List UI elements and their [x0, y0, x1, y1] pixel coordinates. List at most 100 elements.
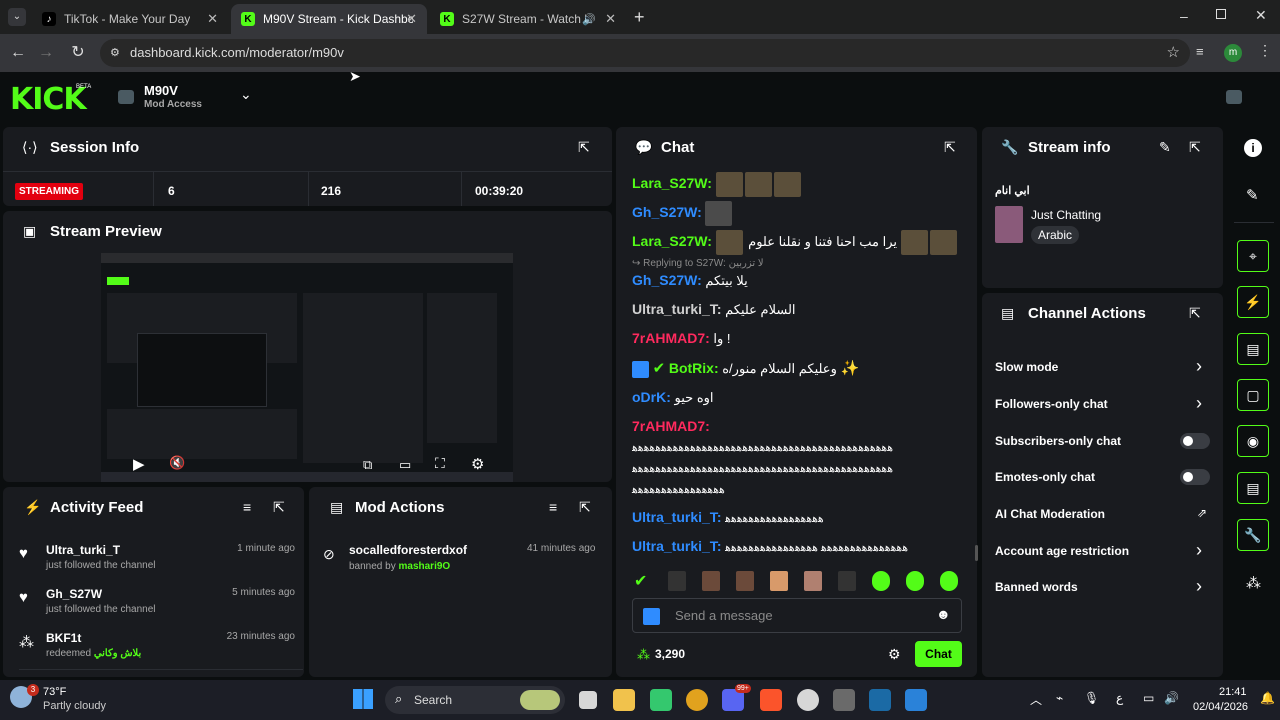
site-info-icon[interactable]: ⚙: [110, 39, 120, 67]
emoji-picker-icon[interactable]: ☻: [936, 606, 951, 622]
chrome-icon[interactable]: [686, 689, 708, 711]
chat-input[interactable]: Send a message ☻: [632, 598, 962, 633]
clock-time[interactable]: 21:41: [1219, 686, 1247, 698]
target-icon[interactable]: ⌖: [1237, 240, 1269, 272]
popout-icon[interactable]: ⇱: [944, 139, 956, 156]
close-tab-icon[interactable]: ✕: [605, 11, 616, 27]
chat-username[interactable]: Ultra_turki_T: [632, 301, 717, 317]
edit-pencil-icon[interactable]: ✎: [1159, 139, 1171, 156]
settings-gear-icon[interactable]: ⚙: [471, 455, 484, 473]
clock-date[interactable]: 02/04/2026: [1193, 701, 1248, 713]
emote-icon[interactable]: [906, 571, 924, 591]
chat-bubble-icon[interactable]: ▢: [1237, 379, 1269, 411]
lightning-icon[interactable]: ⚡: [1237, 286, 1269, 318]
tab-tiktok[interactable]: ♪ TikTok - Make Your Day ✕: [32, 4, 228, 34]
close-tab-icon[interactable]: ✕: [406, 11, 417, 27]
popout-icon[interactable]: ⇱: [578, 139, 590, 156]
popout-icon[interactable]: ⇱: [1189, 305, 1201, 322]
chat-username[interactable]: 7rAHMAD7: [632, 418, 705, 434]
chat-username[interactable]: Gh_S27W: [632, 272, 697, 288]
chat-username[interactable]: Lara_S27W: [632, 175, 707, 191]
channel-switcher-chevron-icon[interactable]: ⌄: [240, 86, 252, 103]
channel-points-balance[interactable]: 3,290: [655, 647, 685, 661]
points-icon[interactable]: ⁂: [1246, 574, 1261, 592]
filter-icon[interactable]: ≡: [549, 499, 557, 515]
kick-logo[interactable]: KICK: [10, 82, 87, 117]
emote-icon[interactable]: [770, 571, 788, 591]
chat-username[interactable]: Gh_S27W: [632, 204, 697, 220]
stream-video[interactable]: ▶ 🔇 ⧉ ▭ ⛶ ⚙: [101, 253, 513, 482]
emote-icon[interactable]: [702, 571, 720, 591]
emote-icon[interactable]: [736, 571, 754, 591]
rocket-league-icon[interactable]: [905, 689, 927, 711]
chevron-right-icon[interactable]: ›: [1196, 393, 1202, 414]
channel-actions-icon[interactable]: ▤: [1237, 472, 1269, 504]
popout-icon[interactable]: ⇱: [579, 499, 591, 516]
popout-icon[interactable]: ⇱: [1189, 139, 1201, 156]
app-icon[interactable]: [650, 689, 672, 711]
bookmark-star-icon[interactable]: ☆: [1167, 39, 1180, 67]
close-tab-icon[interactable]: ✕: [207, 11, 218, 27]
mute-icon[interactable]: 🔇: [169, 455, 185, 471]
notification-bell-icon[interactable]: 🔔: [1260, 691, 1275, 705]
document-icon[interactable]: ▤: [1237, 333, 1269, 365]
steam-settings-icon[interactable]: [797, 689, 819, 711]
wrench-icon[interactable]: 🔧: [1237, 519, 1269, 551]
category-name[interactable]: Just Chatting: [1031, 208, 1101, 222]
theater-mode-icon[interactable]: ▭: [399, 457, 411, 473]
reload-icon[interactable]: ↻: [68, 43, 88, 63]
emote-icon[interactable]: [872, 571, 890, 591]
app-bm-icon[interactable]: [833, 689, 855, 711]
slow-mode-setting[interactable]: Slow mode: [995, 360, 1058, 374]
chevron-right-icon[interactable]: ›: [1196, 540, 1202, 561]
chat-settings-gear-icon[interactable]: ⚙: [888, 646, 901, 663]
popout-icon[interactable]: ⇱: [273, 499, 285, 516]
chat-username[interactable]: oDrK: [632, 389, 666, 405]
tab-s27w-stream[interactable]: K S27W Stream - Watch Live on Kick 🔊 ✕: [430, 4, 626, 34]
send-chat-button[interactable]: Chat: [915, 641, 962, 667]
filter-icon[interactable]: ≡: [243, 499, 251, 515]
pip-icon[interactable]: ⧉: [363, 457, 372, 473]
account-age-setting[interactable]: Account age restriction: [995, 544, 1129, 558]
emote-icon[interactable]: [804, 571, 822, 591]
moderator-name[interactable]: mashari9O: [399, 561, 451, 572]
minimize-button[interactable]: –: [1180, 8, 1188, 24]
media-control-icon[interactable]: ≡: [1196, 44, 1204, 59]
volume-icon[interactable]: 🔊: [1164, 691, 1179, 705]
external-link-icon[interactable]: ⇗: [1197, 506, 1207, 520]
emotes-only-toggle[interactable]: [1180, 469, 1210, 485]
chat-username[interactable]: Lara_S27W: [632, 233, 707, 249]
profile-avatar[interactable]: m: [1224, 44, 1242, 62]
forward-icon[interactable]: →: [36, 43, 56, 63]
browser-menu-icon[interactable]: ⋮: [1258, 42, 1272, 59]
emote-icon[interactable]: [838, 571, 856, 591]
chat-username[interactable]: Ultra_turki_T: [632, 509, 717, 525]
windows-start-icon[interactable]: [353, 689, 373, 709]
address-bar[interactable]: ⚙ dashboard.kick.com/moderator/m90v ☆: [100, 39, 1190, 67]
chat-scrollbar[interactable]: [975, 545, 978, 561]
speaker-icon[interactable]: 🔊: [582, 13, 596, 26]
followers-only-setting[interactable]: Followers-only chat: [995, 397, 1108, 411]
chevron-right-icon[interactable]: ›: [1196, 356, 1202, 377]
verified-emote-icon[interactable]: ✔: [634, 571, 647, 591]
chevron-right-icon[interactable]: ›: [1196, 576, 1202, 597]
emote-icon[interactable]: [668, 571, 686, 591]
broadcast-icon[interactable]: ◉: [1237, 425, 1269, 457]
brave-icon[interactable]: [760, 689, 782, 711]
back-icon[interactable]: ←: [8, 43, 28, 63]
input-language[interactable]: ع: [1116, 691, 1123, 705]
edit-pencil-icon[interactable]: ✎: [1246, 186, 1259, 204]
taskbar-search[interactable]: ⌕ Search: [385, 686, 565, 714]
tray-chevron-icon[interactable]: ︿: [1030, 691, 1042, 708]
subscribers-only-toggle[interactable]: [1180, 433, 1210, 449]
play-icon[interactable]: ▶: [133, 455, 145, 473]
task-view-icon[interactable]: [579, 691, 597, 709]
tab-kick-dashboard[interactable]: K M90V Stream - Kick Dashboard ✕: [231, 4, 427, 34]
tab-search-dropdown[interactable]: ⌄: [8, 8, 26, 26]
close-window-button[interactable]: ✕: [1255, 7, 1267, 24]
chat-username[interactable]: Ultra_turki_T: [632, 538, 717, 554]
chat-username[interactable]: 7rAHMAD7: [632, 330, 705, 346]
emote-icon[interactable]: [940, 571, 958, 591]
new-tab-button[interactable]: +: [634, 7, 645, 28]
network-icon[interactable]: ▭: [1143, 691, 1154, 705]
